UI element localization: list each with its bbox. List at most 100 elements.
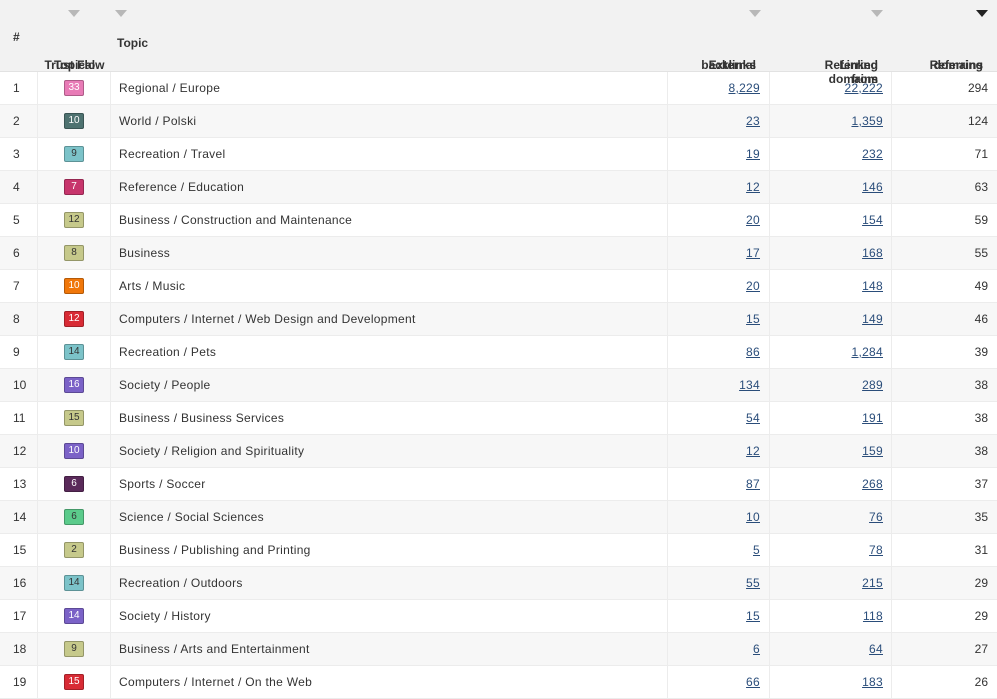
- linked-from-domains-link[interactable]: 149: [862, 312, 883, 326]
- external-backlinks-link[interactable]: 8,229: [728, 81, 760, 95]
- row-linked-domains-cell: 148: [770, 270, 892, 302]
- row-referring-domains: 29: [974, 576, 988, 590]
- header-link-line2: Referring domains: [824, 58, 878, 86]
- external-backlinks-link[interactable]: 23: [746, 114, 760, 128]
- row-referring-domains: 294: [967, 81, 988, 95]
- external-backlinks-link[interactable]: 15: [746, 312, 760, 326]
- external-backlinks-link[interactable]: 20: [746, 213, 760, 227]
- trust-flow-badge: 10: [64, 278, 84, 294]
- row-topic: Society / People: [111, 369, 668, 401]
- header-linked-from-referring-domains[interactable]: Linked from Referring domains: [770, 0, 892, 86]
- external-backlinks-link[interactable]: 66: [746, 675, 760, 689]
- linked-from-domains-link[interactable]: 78: [869, 543, 883, 557]
- linked-from-domains-link[interactable]: 215: [862, 576, 883, 590]
- trust-flow-badge: 15: [64, 410, 84, 426]
- row-topic: Business / Arts and Entertainment: [111, 633, 668, 665]
- external-backlinks-link[interactable]: 55: [746, 576, 760, 590]
- row-ttf-cell: 15: [38, 666, 111, 698]
- table-row: 15 2 Business / Publishing and Printing 5 78…: [0, 534, 997, 567]
- external-backlinks-link[interactable]: 134: [739, 378, 760, 392]
- row-linked-domains-cell: 1,359: [770, 105, 892, 137]
- row-linked-domains-cell: 149: [770, 303, 892, 335]
- row-external-backlinks-cell: 86: [668, 336, 770, 368]
- linked-from-domains-link[interactable]: 1,359: [851, 114, 883, 128]
- row-topic: Business: [111, 237, 668, 269]
- header-topical-trust-flow[interactable]: Topical Trust Flow: [38, 0, 111, 72]
- header-external-backlinks[interactable]: External backlinks: [668, 0, 770, 72]
- row-ttf-cell: 14: [38, 600, 111, 632]
- header-topic[interactable]: Topic: [111, 0, 668, 71]
- linked-from-domains-link[interactable]: 168: [862, 246, 883, 260]
- external-backlinks-link[interactable]: 20: [746, 279, 760, 293]
- row-referring-domains: 124: [967, 114, 988, 128]
- external-backlinks-link[interactable]: 19: [746, 147, 760, 161]
- trust-flow-badge: 33: [64, 80, 84, 96]
- row-external-backlinks-cell: 15: [668, 303, 770, 335]
- linked-from-domains-link[interactable]: 1,284: [851, 345, 883, 359]
- external-backlinks-link[interactable]: 5: [753, 543, 760, 557]
- row-rank: 7: [0, 270, 38, 302]
- linked-from-domains-link[interactable]: 159: [862, 444, 883, 458]
- linked-from-domains-link[interactable]: 183: [862, 675, 883, 689]
- row-topic: Recreation / Travel: [111, 138, 668, 170]
- row-rank: 6: [0, 237, 38, 269]
- row-referring-domains: 29: [974, 609, 988, 623]
- trust-flow-badge: 9: [64, 146, 84, 162]
- row-topic: Science / Social Sciences: [111, 501, 668, 533]
- row-rank: 4: [0, 171, 38, 203]
- row-topic: Society / Religion and Spirituality: [111, 435, 668, 467]
- row-ttf-cell: 10: [38, 105, 111, 137]
- row-rank: 2: [0, 105, 38, 137]
- row-linked-domains-cell: 168: [770, 237, 892, 269]
- header-referring-domains[interactable]: Referring domains: [892, 0, 997, 72]
- linked-from-domains-link[interactable]: 146: [862, 180, 883, 194]
- external-backlinks-link[interactable]: 86: [746, 345, 760, 359]
- external-backlinks-link[interactable]: 87: [746, 477, 760, 491]
- external-backlinks-link[interactable]: 10: [746, 510, 760, 524]
- row-external-backlinks-cell: 66: [668, 666, 770, 698]
- table-header: # Topical Trust Flow Topic External backli…: [0, 0, 997, 86]
- row-linked-domains-cell: 154: [770, 204, 892, 236]
- row-referring-domains: 31: [974, 543, 988, 557]
- linked-from-domains-link[interactable]: 148: [862, 279, 883, 293]
- external-backlinks-link[interactable]: 15: [746, 609, 760, 623]
- linked-from-domains-link[interactable]: 76: [869, 510, 883, 524]
- external-backlinks-link[interactable]: 12: [746, 444, 760, 458]
- row-rank: 9: [0, 336, 38, 368]
- row-ttf-cell: 16: [38, 369, 111, 401]
- external-backlinks-link[interactable]: 17: [746, 246, 760, 260]
- row-topic: Recreation / Pets: [111, 336, 668, 368]
- row-external-backlinks-cell: 54: [668, 402, 770, 434]
- external-backlinks-link[interactable]: 54: [746, 411, 760, 425]
- trust-flow-badge: 16: [64, 377, 84, 393]
- row-rank: 15: [0, 534, 38, 566]
- row-linked-domains-cell: 146: [770, 171, 892, 203]
- sort-arrow-icon[interactable]: [871, 10, 883, 17]
- row-external-backlinks-cell: 134: [668, 369, 770, 401]
- external-backlinks-link[interactable]: 12: [746, 180, 760, 194]
- linked-from-domains-link[interactable]: 232: [862, 147, 883, 161]
- sort-arrow-icon[interactable]: [68, 10, 80, 17]
- table-row: 18 9 Business / Arts and Entertainment 6 64 2…: [0, 633, 997, 666]
- sort-desc-active-icon[interactable]: [976, 10, 988, 17]
- table-body: 1 33 Regional / Europe 8,229 22,222 294 2 10 Wor…: [0, 72, 997, 699]
- external-backlinks-link[interactable]: 6: [753, 642, 760, 656]
- sort-arrow-icon[interactable]: [749, 10, 761, 17]
- sort-arrow-icon[interactable]: [115, 10, 127, 17]
- table-row: 8 12 Computers / Internet / Web Design and…: [0, 303, 997, 336]
- row-linked-domains-cell: 76: [770, 501, 892, 533]
- row-ttf-cell: 33: [38, 72, 111, 104]
- linked-from-domains-link[interactable]: 64: [869, 642, 883, 656]
- row-rank: 8: [0, 303, 38, 335]
- row-external-backlinks-cell: 15: [668, 600, 770, 632]
- linked-from-domains-link[interactable]: 289: [862, 378, 883, 392]
- trust-flow-badge: 2: [64, 542, 84, 558]
- row-topic: Business / Construction and Maintenance: [111, 204, 668, 236]
- linked-from-domains-link[interactable]: 191: [862, 411, 883, 425]
- table-row: 16 14 Recreation / Outdoors 55 215 29: [0, 567, 997, 600]
- linked-from-domains-link[interactable]: 154: [862, 213, 883, 227]
- row-rank: 13: [0, 468, 38, 500]
- linked-from-domains-link[interactable]: 118: [863, 609, 883, 623]
- linked-from-domains-link[interactable]: 268: [862, 477, 883, 491]
- trust-flow-badge: 12: [64, 212, 84, 228]
